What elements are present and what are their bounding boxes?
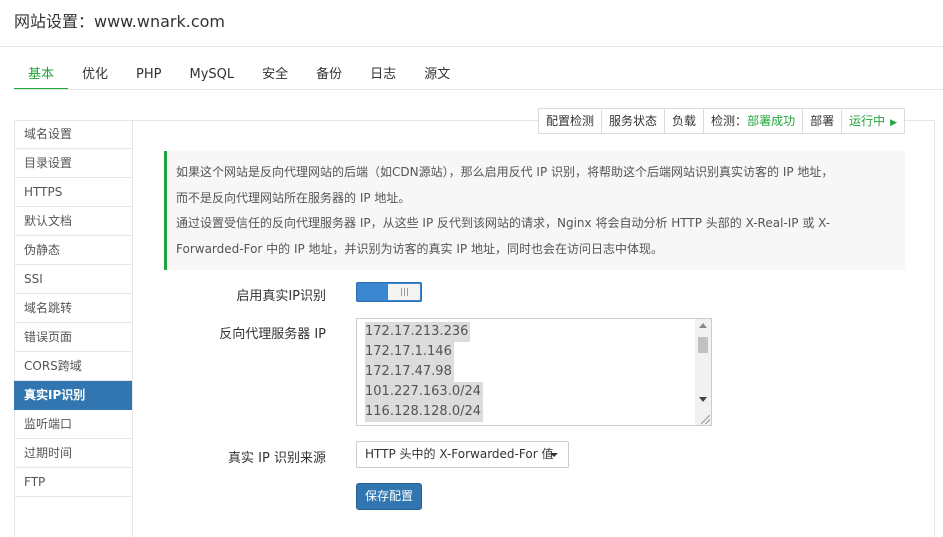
- settings-sidebar: 域名设置 目录设置 HTTPS 默认文档 伪静态 SSI 域名跳转 错误页面 C…: [14, 120, 133, 537]
- page-title: 网站设置：www.wnark.com: [14, 12, 226, 31]
- ip-source-select[interactable]: HTTP 头中的 X-Forwarded-For 值: [356, 441, 569, 468]
- sidebar-item-default-doc[interactable]: 默认文档: [14, 207, 132, 236]
- notice-line: Forwarded-For 中的 IP 地址，并识别为访客的真实 IP 地址，同…: [176, 241, 663, 256]
- notice-line: 而不是反向代理网站所在服务器的 IP 地址。: [176, 190, 411, 205]
- tab-bar: 基本 优化 PHP MySQL 安全 备份 日志 源文: [14, 62, 464, 90]
- tab-logs[interactable]: 日志: [356, 62, 410, 90]
- detect-value: 部署成功: [747, 114, 796, 128]
- detect-label: 检测：: [711, 114, 748, 128]
- notice-line: 如果这个网站是反向代理网站的后端（如CDN源站），那么启用反代 IP 识别，将帮…: [176, 165, 834, 179]
- tabs-divider: [14, 89, 943, 90]
- proxy-ip-textarea[interactable]: 172.17.213.236 172.17.1.146 172.17.47.98…: [356, 318, 712, 426]
- toggle-knob: [388, 284, 420, 300]
- detect-status[interactable]: 检测：部署成功: [704, 109, 804, 133]
- sidebar-item-directory[interactable]: 目录设置: [14, 149, 132, 178]
- proxy-ip-entry: 172.17.1.146: [365, 342, 454, 362]
- proxy-ip-entry: 172.17.213.236: [365, 322, 471, 342]
- sidebar-item-rewrite[interactable]: 伪静态: [14, 236, 132, 265]
- sidebar-item-redirect[interactable]: 域名跳转: [14, 294, 132, 323]
- config-check-button[interactable]: 配置检测: [539, 109, 603, 133]
- deploy-button[interactable]: 部署: [803, 109, 843, 133]
- sidebar-item-ftp[interactable]: FTP: [14, 468, 132, 497]
- proxy-ip-entry: 172.17.47.98: [365, 362, 454, 382]
- proxy-ip-list: 172.17.213.236 172.17.1.146 172.17.47.98…: [365, 322, 484, 422]
- ip-source-label: 真实 IP 识别来源: [228, 451, 326, 466]
- proxy-ip-entry: 116.128.128.0/24: [365, 402, 484, 422]
- tab-mysql[interactable]: MySQL: [176, 62, 249, 90]
- scroll-up-arrow-icon[interactable]: [699, 323, 707, 328]
- sidebar-item-real-ip[interactable]: 真实IP识别: [14, 381, 132, 410]
- status-bar: 配置检测 服务状态 负载 检测：部署成功 部署 运行中 ▶: [538, 108, 906, 134]
- tab-source[interactable]: 源文: [410, 62, 464, 90]
- sidebar-item-listen-port[interactable]: 监听端口: [14, 410, 132, 439]
- tab-php[interactable]: PHP: [122, 62, 175, 90]
- sidebar-item-https[interactable]: HTTPS: [14, 178, 132, 207]
- save-config-button[interactable]: 保存配置: [356, 483, 422, 510]
- tab-optimize[interactable]: 优化: [68, 62, 122, 90]
- proxy-ip-entry: 101.227.163.0/24: [365, 382, 484, 402]
- sidebar-item-error-page[interactable]: 错误页面: [14, 323, 132, 352]
- play-triangle-icon: ▶: [890, 118, 898, 128]
- service-status-button[interactable]: 服务状态: [602, 109, 666, 133]
- sidebar-item-ssi[interactable]: SSI: [14, 265, 132, 294]
- scroll-thumb[interactable]: [698, 337, 708, 353]
- sidebar-item-expiry[interactable]: 过期时间: [14, 439, 132, 468]
- ip-source-selected: HTTP 头中的 X-Forwarded-For 值: [365, 447, 554, 461]
- enable-real-ip-label: 启用真实IP识别: [236, 289, 326, 304]
- enable-real-ip-toggle[interactable]: [356, 282, 422, 302]
- notice-line: 通过设置受信任的反向代理服务器 IP，从这些 IP 反代到该网站的请求，Ngin…: [176, 216, 831, 230]
- textarea-scrollbar[interactable]: [695, 319, 711, 425]
- load-button[interactable]: 负载: [665, 109, 705, 133]
- caret-down-icon: [550, 453, 558, 457]
- running-label: 运行中: [849, 114, 886, 128]
- running-status-button[interactable]: 运行中 ▶: [842, 109, 904, 133]
- info-notice: 如果这个网站是反向代理网站的后端（如CDN源站），那么启用反代 IP 识别，将帮…: [164, 151, 905, 270]
- proxy-ip-label: 反向代理服务器 IP: [219, 327, 326, 342]
- tab-backup[interactable]: 备份: [302, 62, 356, 90]
- sidebar-item-cors[interactable]: CORS跨域: [14, 352, 132, 381]
- tab-security[interactable]: 安全: [248, 62, 302, 90]
- sidebar-item-domain[interactable]: 域名设置: [14, 120, 132, 149]
- title-divider: [0, 46, 943, 47]
- tab-basic[interactable]: 基本: [14, 62, 69, 90]
- resize-grip-icon[interactable]: [701, 415, 710, 424]
- scroll-down-arrow-icon[interactable]: [699, 397, 707, 402]
